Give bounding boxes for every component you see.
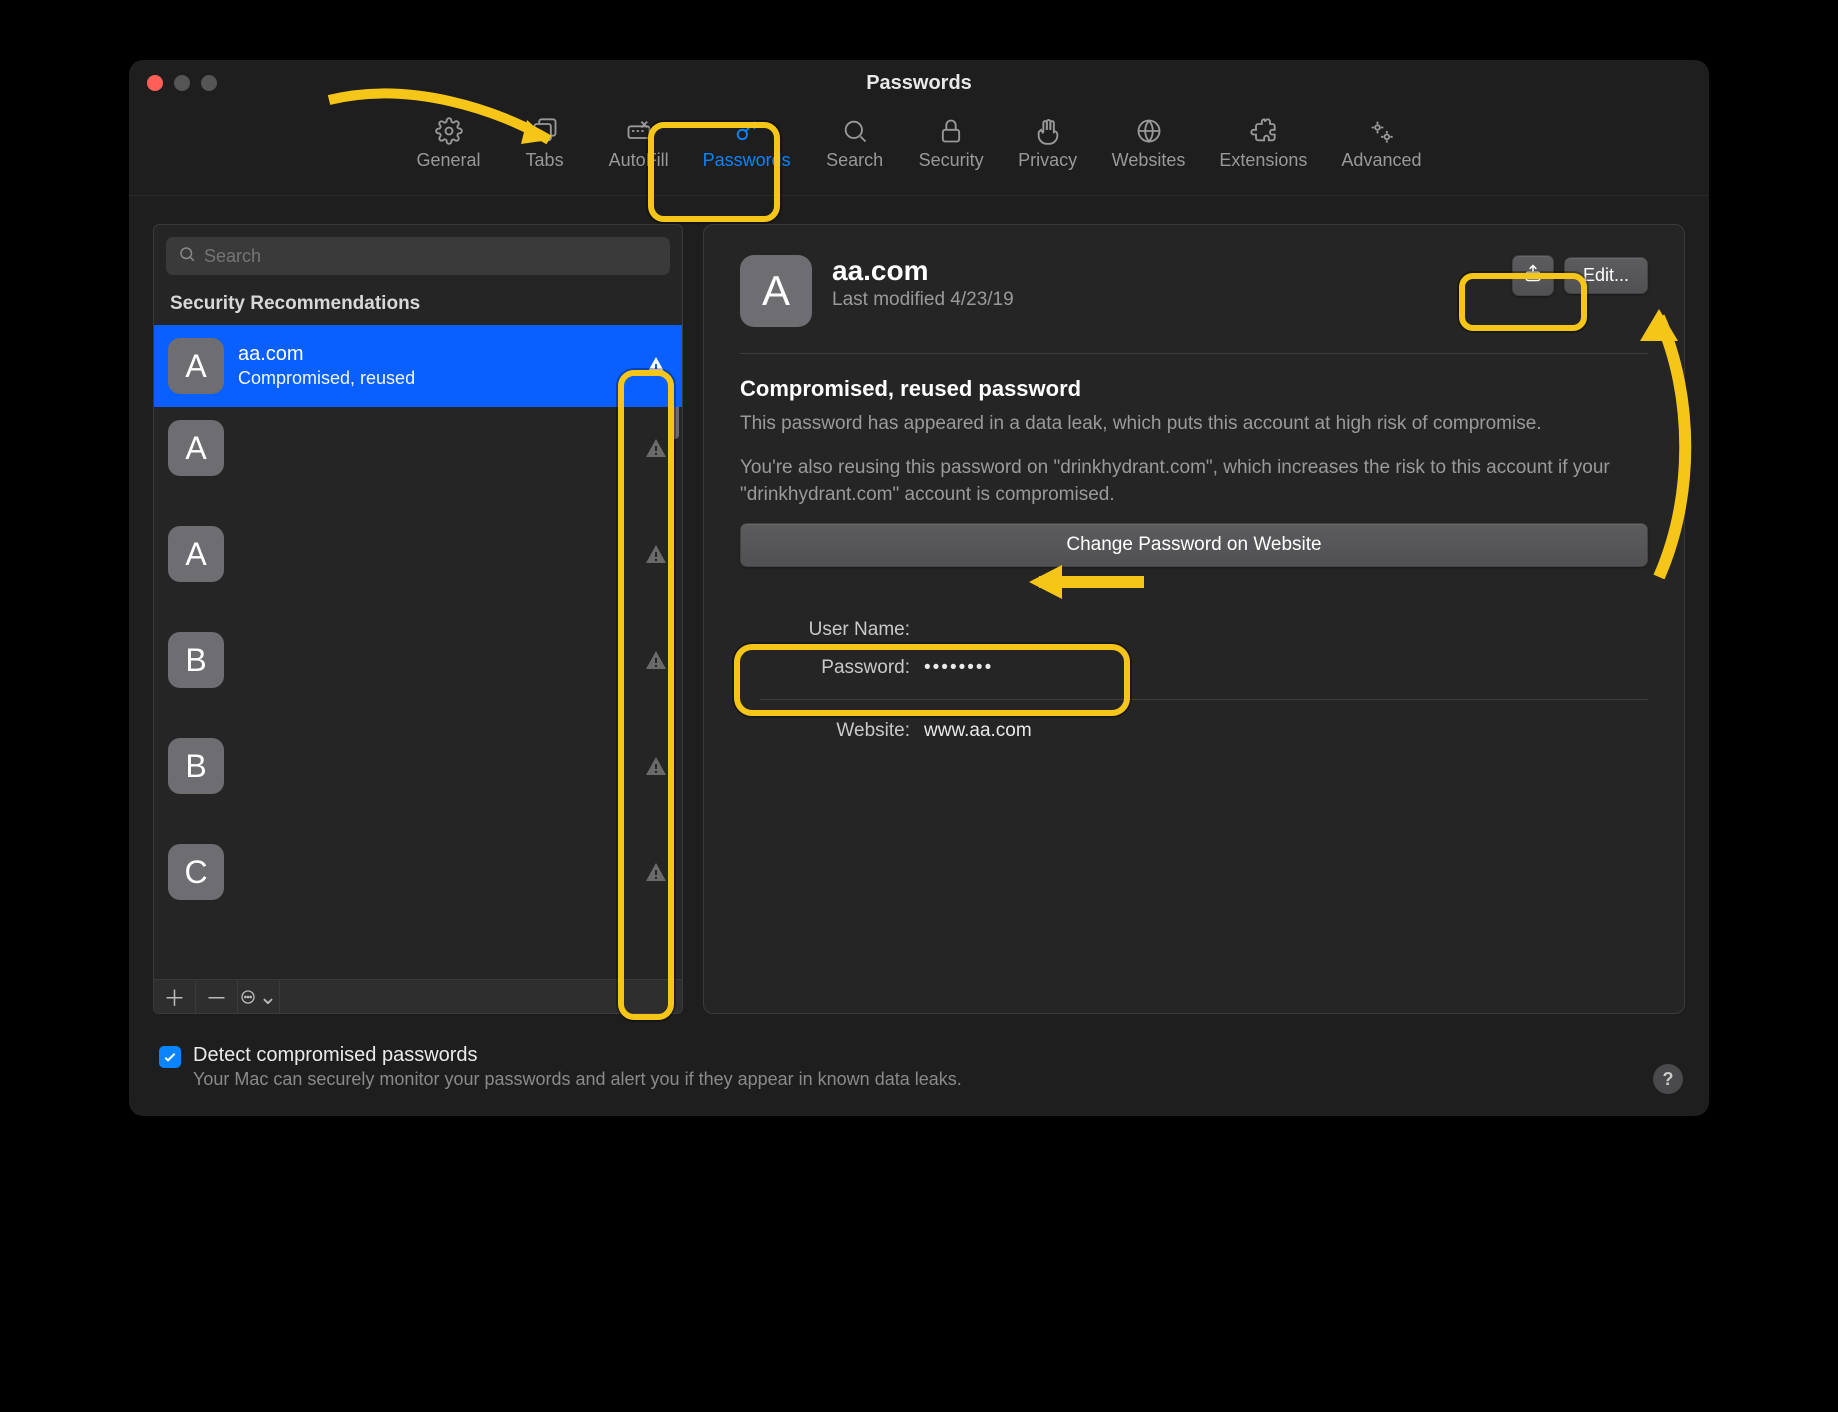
footer-option: Detect compromised passwords Your Mac ca… [129,1024,1709,1116]
warning-title: Compromised, reused password [740,376,1648,402]
website-value[interactable]: www.aa.com [924,720,1648,742]
help-button[interactable]: ? [1653,1064,1683,1094]
tab-extensions[interactable]: Extensions [1209,110,1317,177]
divider [760,699,1648,700]
avatar: A [168,526,224,582]
tab-websites[interactable]: Websites [1102,110,1196,177]
preferences-window: Passwords General Tabs AutoFill Passwor [129,60,1709,1116]
warning-paragraph: You're also reusing this password on "dr… [740,454,1648,509]
divider [740,353,1648,354]
detail-avatar: A [740,255,812,327]
tab-tabs[interactable]: Tabs [505,110,585,177]
detail-panel: A aa.com Last modified 4/23/19 Edit... [703,224,1685,1014]
avatar: B [168,632,224,688]
gear-icon [434,116,464,146]
remove-button[interactable]: － [196,980,238,1013]
password-label: Password: [760,657,910,679]
list-item-subtitle: Compromised, reused [238,368,630,389]
warning-icon [644,648,668,672]
tab-advanced[interactable]: Advanced [1331,110,1431,177]
search-icon [840,116,870,146]
tab-label: General [417,150,481,171]
warning-icon [644,354,668,378]
list-item[interactable]: B [154,725,682,807]
traffic-lights [147,75,217,91]
avatar: A [168,420,224,476]
password-value: •••••••• [924,657,1648,679]
search-input[interactable] [166,237,670,275]
warning-paragraph: This password has appeared in a data lea… [740,410,1648,438]
list-item[interactable]: A [154,513,682,595]
avatar: B [168,738,224,794]
tab-passwords[interactable]: Passwords [693,110,801,177]
avatar: C [168,844,224,900]
titlebar: Passwords [129,60,1709,106]
tab-security[interactable]: Security [909,110,994,177]
tab-label: Extensions [1219,150,1307,171]
hand-icon [1033,116,1063,146]
username-label: User Name: [760,619,910,641]
more-options-button[interactable]: ⌄ [238,980,280,1013]
window-title: Passwords [129,72,1709,95]
zoom-window-button[interactable] [201,75,217,91]
add-button[interactable]: ＋ [154,980,196,1013]
checkbox-sublabel: Your Mac can securely monitor your passw… [193,1069,962,1090]
search-icon [178,245,196,268]
edit-button-label: Edit... [1583,265,1629,286]
checkbox-label: Detect compromised passwords [193,1044,962,1067]
gears-icon [1366,116,1396,146]
username-value [924,619,1648,641]
detail-last-modified: Last modified 4/23/19 [832,289,1492,311]
minimize-window-button[interactable] [174,75,190,91]
list-item-title: aa.com [238,343,630,366]
list-item[interactable]: A aa.com Compromised, reused [154,325,682,407]
autofill-icon [624,116,654,146]
detect-compromised-checkbox[interactable] [159,1046,181,1068]
share-button[interactable] [1512,255,1554,296]
sidebar: Security Recommendations A aa.com Compro… [153,224,683,1014]
detail-title: aa.com [832,255,1492,287]
list-item[interactable]: B [154,619,682,701]
warning-body: This password has appeared in a data lea… [740,410,1648,509]
share-icon [1523,263,1543,288]
tab-label: Search [826,150,883,171]
preferences-toolbar: General Tabs AutoFill Passwords Search [129,106,1709,196]
body: Security Recommendations A aa.com Compro… [129,196,1709,1024]
password-list[interactable]: A aa.com Compromised, reused A [154,325,682,979]
tab-label: AutoFill [609,150,669,171]
list-item[interactable]: C [154,831,682,913]
tab-label: Privacy [1018,150,1077,171]
change-password-label: Change Password on Website [1066,534,1321,556]
search-input-field[interactable] [204,246,658,267]
tab-label: Tabs [526,150,564,171]
list-footer: ＋ － ⌄ [154,979,682,1013]
key-icon [732,116,762,146]
credential-fields: User Name: Password: •••••••• Website: w… [760,611,1648,750]
tabs-icon [530,116,560,146]
tab-privacy[interactable]: Privacy [1008,110,1088,177]
globe-icon [1134,116,1164,146]
lock-icon [936,116,966,146]
close-window-button[interactable] [147,75,163,91]
detail-header: A aa.com Last modified 4/23/19 Edit... [740,255,1648,327]
tab-general[interactable]: General [407,110,491,177]
warning-icon [644,754,668,778]
tab-label: Advanced [1341,150,1421,171]
change-password-button[interactable]: Change Password on Website [740,523,1648,567]
warning-icon [644,436,668,460]
puzzle-icon [1248,116,1278,146]
edit-button[interactable]: Edit... [1564,257,1648,294]
warning-icon [644,860,668,884]
section-header: Security Recommendations [154,287,682,325]
list-item[interactable]: A [154,407,682,489]
tab-autofill[interactable]: AutoFill [599,110,679,177]
tab-label: Websites [1112,150,1186,171]
warning-icon [644,542,668,566]
website-label: Website: [760,720,910,742]
tab-label: Security [919,150,984,171]
tab-search[interactable]: Search [815,110,895,177]
tab-label: Passwords [703,150,791,171]
search-wrap [154,225,682,287]
avatar: A [168,338,224,394]
